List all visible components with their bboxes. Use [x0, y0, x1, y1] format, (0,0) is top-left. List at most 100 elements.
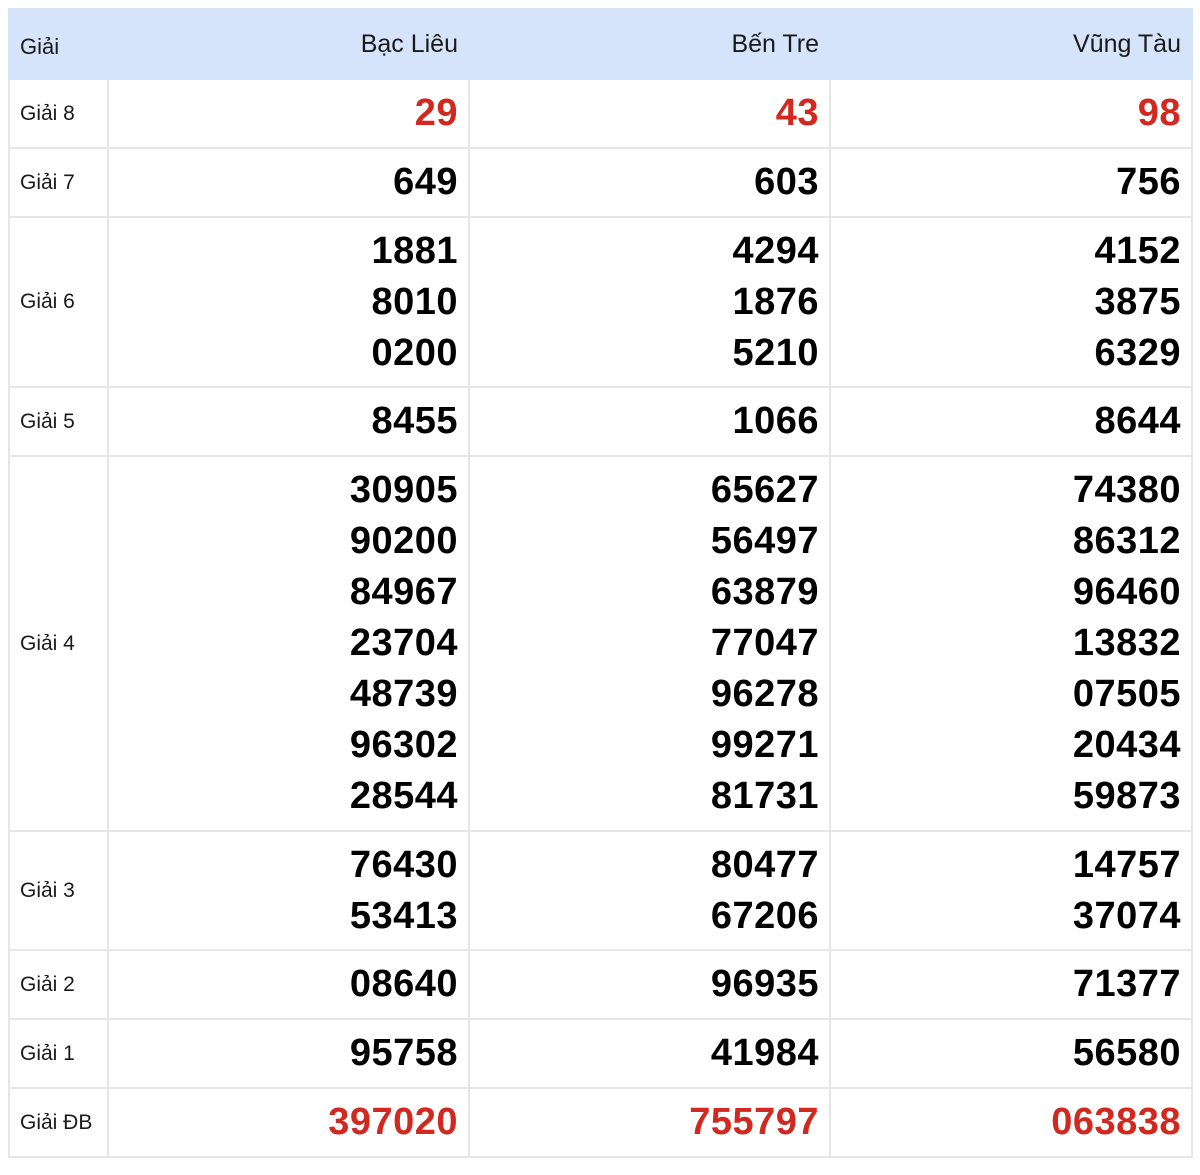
prize-row: Giải 2 08640 96935 71377 [8, 949, 1193, 1020]
prize-number: 63879 [710, 571, 819, 613]
prize-number: 756 [1116, 161, 1181, 203]
prize-cell-bac-lieu: 397020 [107, 1087, 470, 1158]
prize-row: Giải 7 649 603 756 [8, 147, 1193, 218]
prize-number: 1066 [732, 400, 819, 442]
prize-cell-bac-lieu: 76430 53413 [107, 830, 470, 951]
prize-number: 77047 [710, 622, 819, 664]
prize-cell-vung-tau: 71377 [829, 949, 1193, 1020]
prize-name: Giải 6 [8, 216, 109, 388]
province-header-bac-lieu: Bạc Liêu [107, 8, 470, 80]
results-table: Giải Bạc Liêu Bến Tre Vũng Tàu Giải 8 29 4… [8, 8, 1193, 1158]
prize-name: Giải 8 [8, 78, 109, 149]
province-header-vung-tau: Vũng Tàu [829, 8, 1193, 80]
prize-cell-vung-tau: 756 [829, 147, 1193, 218]
prize-number: 80477 [710, 843, 819, 886]
prize-row: Giải 1 95758 41984 56580 [8, 1018, 1193, 1089]
prize-number: 07505 [1072, 673, 1181, 715]
prize-number: 23704 [349, 622, 458, 664]
prize-number: 65627 [710, 469, 819, 511]
prize-number: 71377 [1072, 963, 1181, 1005]
prize-number: 86312 [1072, 520, 1181, 562]
results-body: Giải 8 29 43 98 Giải 7 649 603 756 Giải 6 1881 801… [8, 78, 1193, 1158]
prize-cell-bac-lieu: 649 [107, 147, 470, 218]
prize-number: 98 [1137, 92, 1181, 134]
prize-number: 14757 [1072, 843, 1181, 886]
prize-number: 755797 [689, 1101, 819, 1143]
prize-cell-ben-tre: 96935 [468, 949, 831, 1020]
prize-number: 8455 [371, 400, 458, 442]
prize-cell-ben-tre: 65627 56497 63879 77047 96278 99271 81731 [468, 455, 831, 832]
prize-number: 90200 [349, 520, 458, 562]
prize-number: 08640 [349, 963, 458, 1005]
prize-number: 063838 [1051, 1101, 1181, 1143]
prize-cell-ben-tre: 41984 [468, 1018, 831, 1089]
prize-number: 28544 [349, 775, 458, 817]
prize-row: Giải ĐB 397020 755797 063838 [8, 1087, 1193, 1158]
province-header-ben-tre: Bến Tre [468, 8, 831, 80]
prize-number: 37074 [1072, 894, 1181, 937]
prize-name: Giải 1 [8, 1018, 109, 1089]
lottery-results: Giải Bạc Liêu Bến Tre Vũng Tàu Giải 8 29 4… [8, 8, 1193, 1158]
prize-number: 56580 [1072, 1032, 1181, 1074]
prize-name: Giải ĐB [8, 1087, 109, 1158]
prize-name: Giải 7 [8, 147, 109, 218]
prize-cell-vung-tau: 74380 86312 96460 13832 07505 20434 59873 [829, 455, 1193, 832]
prize-number: 81731 [710, 775, 819, 817]
prize-number: 76430 [349, 843, 458, 886]
prize-row: Giải 4 30905 90200 84967 23704 48739 96302 2854… [8, 455, 1193, 832]
prize-number: 1881 [371, 229, 458, 272]
prize-row: Giải 5 8455 1066 8644 [8, 386, 1193, 457]
prize-cell-vung-tau: 98 [829, 78, 1193, 149]
prize-name: Giải 4 [8, 455, 109, 832]
prize-number: 53413 [349, 894, 458, 937]
prize-number: 96278 [710, 673, 819, 715]
prize-number: 99271 [710, 724, 819, 766]
prize-number: 74380 [1072, 469, 1181, 511]
prize-name: Giải 2 [8, 949, 109, 1020]
prize-cell-vung-tau: 8644 [829, 386, 1193, 457]
prize-number: 43 [775, 92, 819, 134]
prize-cell-vung-tau: 56580 [829, 1018, 1193, 1089]
prize-column-header: Giải [8, 8, 109, 80]
prize-number: 1876 [732, 280, 819, 323]
prize-number: 48739 [349, 673, 458, 715]
prize-name: Giải 3 [8, 830, 109, 951]
prize-cell-vung-tau: 4152 3875 6329 [829, 216, 1193, 388]
prize-cell-ben-tre: 603 [468, 147, 831, 218]
prize-number: 30905 [349, 469, 458, 511]
prize-number: 96935 [710, 963, 819, 1005]
prize-cell-bac-lieu: 29 [107, 78, 470, 149]
prize-number: 4152 [1094, 229, 1181, 272]
prize-number: 59873 [1072, 775, 1181, 817]
prize-cell-ben-tre: 43 [468, 78, 831, 149]
prize-name: Giải 5 [8, 386, 109, 457]
prize-row: Giải 6 1881 8010 0200 4294 1876 5210 4152 3875 63… [8, 216, 1193, 388]
prize-number: 29 [414, 92, 458, 134]
prize-row: Giải 3 76430 53413 80477 67206 14757 37074 [8, 830, 1193, 951]
prize-number: 95758 [349, 1032, 458, 1074]
prize-number: 13832 [1072, 622, 1181, 664]
prize-cell-bac-lieu: 1881 8010 0200 [107, 216, 470, 388]
prize-number: 4294 [732, 229, 819, 272]
prize-number: 96302 [349, 724, 458, 766]
header-row: Giải Bạc Liêu Bến Tre Vũng Tàu [8, 8, 1193, 80]
prize-number: 397020 [328, 1101, 458, 1143]
prize-cell-vung-tau: 14757 37074 [829, 830, 1193, 951]
prize-number: 8644 [1094, 400, 1181, 442]
prize-cell-ben-tre: 4294 1876 5210 [468, 216, 831, 388]
prize-cell-vung-tau: 063838 [829, 1087, 1193, 1158]
prize-number: 8010 [371, 280, 458, 323]
prize-cell-ben-tre: 1066 [468, 386, 831, 457]
prize-number: 20434 [1072, 724, 1181, 766]
prize-cell-bac-lieu: 95758 [107, 1018, 470, 1089]
prize-number: 96460 [1072, 571, 1181, 613]
prize-number: 649 [393, 161, 458, 203]
prize-number: 41984 [710, 1032, 819, 1074]
prize-cell-bac-lieu: 30905 90200 84967 23704 48739 96302 28544 [107, 455, 470, 832]
prize-number: 84967 [349, 571, 458, 613]
prize-number: 603 [754, 161, 819, 203]
prize-number: 6329 [1094, 331, 1181, 374]
prize-number: 0200 [371, 331, 458, 374]
prize-number: 3875 [1094, 280, 1181, 323]
prize-number: 67206 [710, 894, 819, 937]
